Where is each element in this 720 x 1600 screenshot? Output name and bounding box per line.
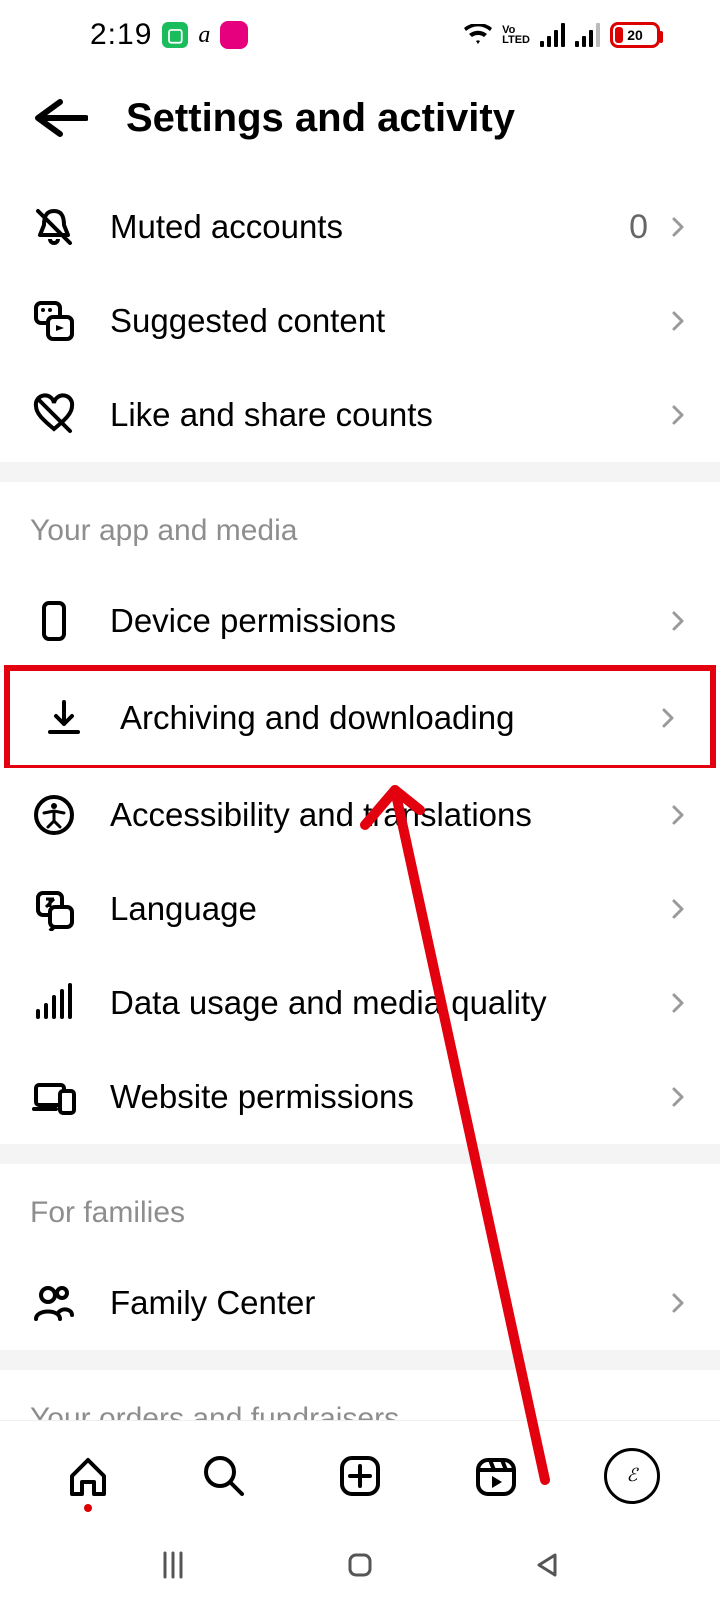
sys-recent[interactable]	[151, 1543, 195, 1587]
battery-pct: 20	[627, 27, 643, 43]
nav-reels[interactable]	[466, 1446, 526, 1506]
row-label: Accessibility and translations	[110, 796, 634, 834]
download-icon	[40, 694, 88, 742]
suggested-content-icon	[30, 297, 78, 345]
status-bar: 2:19 ▢ a Vo LTED 20	[0, 0, 720, 70]
row-label: Language	[110, 890, 634, 928]
row-label: Muted accounts	[110, 208, 597, 246]
annotation-highlight-box: Archiving and downloading	[4, 665, 716, 771]
chevron-right-icon	[666, 215, 690, 239]
section-divider	[0, 1350, 720, 1370]
row-accessibility-translations[interactable]: Accessibility and translations	[0, 768, 720, 862]
section-divider	[0, 1144, 720, 1164]
carrier-label: Vo LTED	[502, 25, 530, 45]
row-family-center[interactable]: Family Center	[0, 1256, 720, 1350]
page-title: Settings and activity	[126, 96, 515, 141]
nav-profile[interactable]: ℰ	[602, 1446, 662, 1506]
people-icon	[30, 1279, 78, 1327]
profile-avatar: ℰ	[604, 1448, 660, 1504]
bars-icon	[30, 979, 78, 1027]
heart-off-icon	[30, 391, 78, 439]
row-language[interactable]: Language	[0, 862, 720, 956]
row-like-share-counts[interactable]: Like and share counts	[0, 368, 720, 462]
status-app-icon-3	[220, 21, 248, 49]
wifi-icon	[464, 24, 492, 46]
chevron-right-icon	[666, 803, 690, 827]
row-label: Suggested content	[110, 302, 634, 340]
nav-home-dot	[84, 1504, 92, 1512]
signal-bars-2	[575, 23, 600, 47]
signal-bars-1	[540, 23, 565, 47]
bell-off-icon	[30, 203, 78, 251]
row-data-usage[interactable]: Data usage and media quality	[0, 956, 720, 1050]
section-header-app-media: Your app and media	[0, 482, 720, 574]
chevron-right-icon	[656, 706, 680, 730]
chevron-right-icon	[666, 403, 690, 427]
nav-create[interactable]	[330, 1446, 390, 1506]
chevron-right-icon	[666, 309, 690, 333]
status-app-icon-1: ▢	[162, 22, 188, 48]
row-label: Family Center	[110, 1284, 634, 1322]
section-header-families: For families	[0, 1164, 720, 1256]
row-archiving-downloading[interactable]: Archiving and downloading	[10, 671, 710, 765]
section-divider	[0, 462, 720, 482]
row-device-permissions[interactable]: Device permissions	[0, 574, 720, 668]
back-button[interactable]	[30, 88, 90, 148]
nav-home[interactable]	[58, 1446, 118, 1506]
language-icon	[30, 885, 78, 933]
row-value: 0	[629, 208, 648, 247]
bottom-nav: ℰ	[0, 1420, 720, 1530]
row-website-permissions[interactable]: Website permissions	[0, 1050, 720, 1144]
row-label: Like and share counts	[110, 396, 634, 434]
chevron-right-icon	[666, 991, 690, 1015]
row-label: Archiving and downloading	[120, 699, 624, 737]
devices-icon	[30, 1073, 78, 1121]
battery-icon: 20	[610, 22, 660, 48]
chevron-right-icon	[666, 1085, 690, 1109]
row-suggested-content[interactable]: Suggested content	[0, 274, 720, 368]
phone-icon	[30, 597, 78, 645]
row-label: Device permissions	[110, 602, 634, 640]
chevron-right-icon	[666, 897, 690, 921]
chevron-right-icon	[666, 609, 690, 633]
status-time: 2:19	[90, 18, 152, 52]
status-app-icon-2: a	[198, 22, 210, 49]
page-header: Settings and activity	[0, 70, 720, 180]
system-nav	[0, 1530, 720, 1600]
row-label: Website permissions	[110, 1078, 634, 1116]
sys-back[interactable]	[525, 1543, 569, 1587]
chevron-right-icon	[666, 1291, 690, 1315]
accessibility-icon	[30, 791, 78, 839]
sys-home[interactable]	[338, 1543, 382, 1587]
row-label: Data usage and media quality	[110, 984, 634, 1022]
row-muted-accounts[interactable]: Muted accounts 0	[0, 180, 720, 274]
nav-search[interactable]	[194, 1446, 254, 1506]
